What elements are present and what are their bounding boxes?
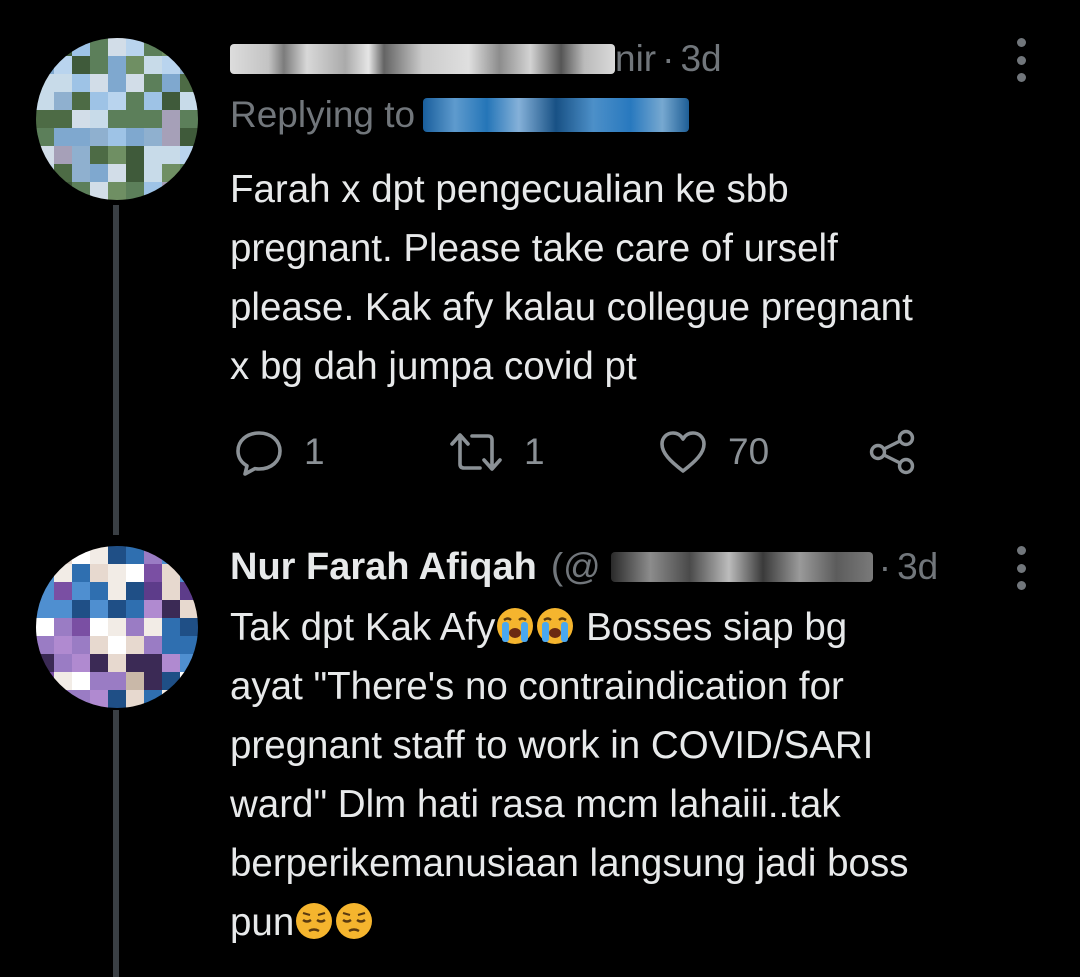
reply-button[interactable]: 1 <box>234 425 325 479</box>
text-rest: ayat "There's no contraindication for pr… <box>230 665 909 885</box>
tweet-1[interactable]: nir · 3d Replying to Farah x dpt pengecu… <box>0 0 1080 535</box>
blurred-reply-handle[interactable] <box>423 98 690 132</box>
loudly-crying-face-emoji-icon <box>537 608 574 644</box>
tweet-actions: 1 1 70 <box>234 425 934 479</box>
separator-dot: · <box>662 38 675 79</box>
avatar[interactable] <box>36 546 198 708</box>
thread-line <box>113 710 119 977</box>
more-vertical-icon[interactable] <box>1012 546 1030 590</box>
text-last: pun <box>230 901 295 944</box>
share-icon <box>869 429 915 475</box>
retweet-button[interactable]: 1 <box>448 425 545 479</box>
tweet-header: Nur Farah Afiqah (@ · 3d <box>230 542 938 592</box>
tweet-text: Farah x dpt pengecualian ke sbb pregnant… <box>230 168 913 388</box>
username-suffix[interactable]: nir <box>615 38 656 80</box>
loudly-crying-face-emoji-icon <box>497 608 534 644</box>
pensive-face-emoji-icon <box>296 903 333 939</box>
text-line1-a: Tak dpt Kak Afy <box>230 606 496 649</box>
reply-count: 1 <box>304 431 325 472</box>
share-button[interactable] <box>868 425 916 479</box>
separator-dot: · <box>878 546 892 587</box>
like-count: 70 <box>728 431 770 472</box>
tweet-header: nir · 3d <box>230 34 722 84</box>
blurred-handle <box>610 552 873 582</box>
blurred-username <box>230 44 615 74</box>
thread-line <box>113 205 119 535</box>
heart-icon <box>660 431 706 473</box>
replying-to-label: Replying to <box>230 94 416 135</box>
tweet-2[interactable]: Nur Farah Afiqah (@ · 3d Tak dpt Kak Afy… <box>0 530 1080 977</box>
handle-prefix: (@ <box>550 546 601 587</box>
retweet-count: 1 <box>524 431 545 472</box>
like-button[interactable]: 70 <box>658 425 769 479</box>
timestamp[interactable]: 3d <box>897 546 938 588</box>
tweet-text: Tak dpt Kak Afy Bosses siap bg ayat "The… <box>230 598 1030 952</box>
more-vertical-icon[interactable] <box>1012 38 1030 82</box>
timestamp[interactable]: 3d <box>680 38 721 80</box>
retweet-icon <box>450 433 502 471</box>
speech-bubble-icon <box>236 431 282 476</box>
avatar[interactable] <box>36 38 198 200</box>
display-name[interactable]: Nur Farah Afiqah <box>230 546 537 589</box>
text-line1-b: Bosses siap bg <box>575 606 848 649</box>
replying-to: Replying to <box>230 94 690 136</box>
pensive-face-emoji-icon <box>336 903 373 939</box>
